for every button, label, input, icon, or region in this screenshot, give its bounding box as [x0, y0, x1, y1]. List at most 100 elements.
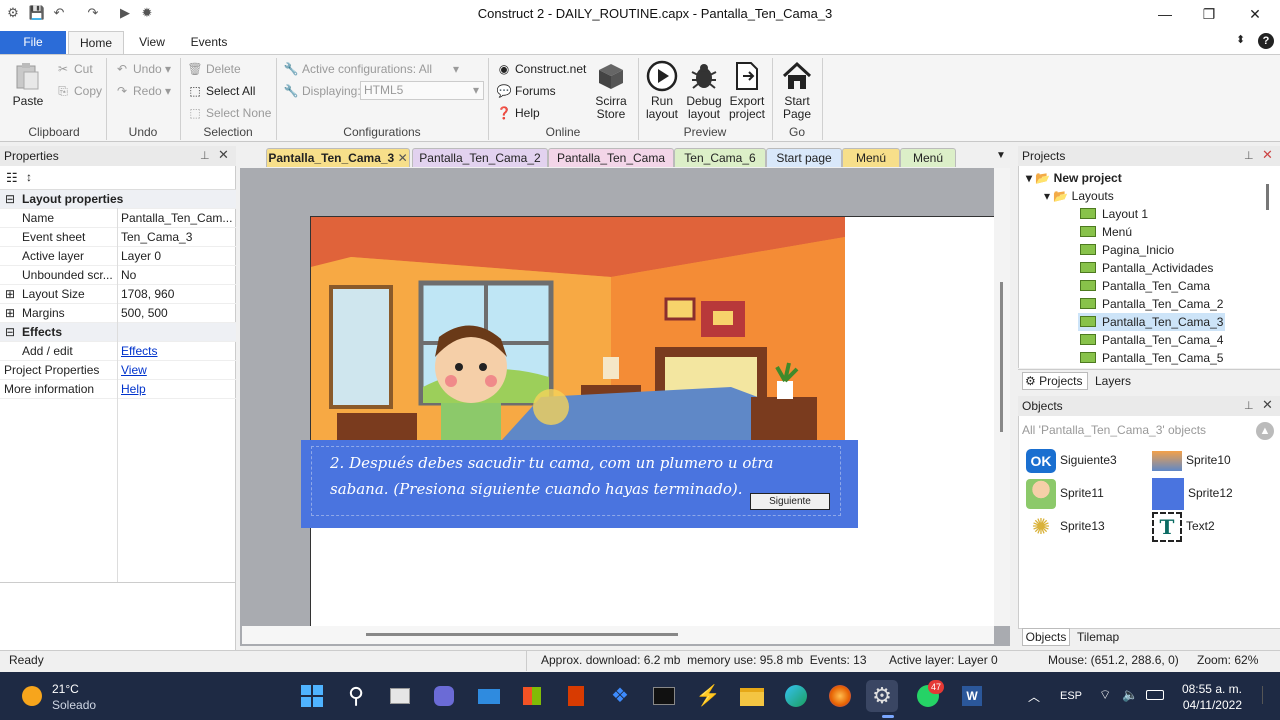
- tab-tilemap[interactable]: Tilemap: [1077, 629, 1119, 645]
- tab-layers[interactable]: Layers: [1095, 373, 1131, 389]
- siguiente-button[interactable]: Siguiente: [750, 493, 830, 510]
- export-project-button[interactable]: Export project: [726, 58, 768, 121]
- object-item[interactable]: Sprite10: [1152, 444, 1231, 476]
- close-panel-icon[interactable]: ✕: [218, 147, 229, 163]
- mail-icon[interactable]: [472, 680, 504, 712]
- tree-item[interactable]: Pantalla_Ten_Cama_2: [1080, 295, 1223, 313]
- doc-tab[interactable]: Pantalla_Ten_Cama_2: [412, 148, 548, 167]
- tab-list-dropdown-icon[interactable]: ▼: [996, 150, 1006, 161]
- active-config-dropdown[interactable]: 🔧 Active configurations: All ▾: [283, 60, 463, 78]
- object-item[interactable]: Sprite11: [1026, 477, 1104, 509]
- file-explorer-icon[interactable]: [736, 680, 768, 712]
- tree-item[interactable]: Pantalla_Ten_Cama: [1080, 277, 1210, 295]
- start-page-button[interactable]: Start Page: [776, 58, 818, 121]
- cut-button[interactable]: ✂ Cut: [55, 60, 93, 78]
- start-icon[interactable]: [296, 680, 328, 712]
- tab-view[interactable]: View: [130, 31, 174, 54]
- prop-row-active-layer[interactable]: Active layer Layer 0: [0, 247, 236, 266]
- up-arrow-icon[interactable]: ▲: [1256, 422, 1274, 440]
- prop-row-name[interactable]: Name Pantalla_Ten_Cam...: [0, 209, 236, 228]
- tree-item[interactable]: Pantalla_Ten_Cama_4: [1080, 331, 1223, 349]
- store-icon[interactable]: [516, 680, 548, 712]
- close-tab-icon[interactable]: ✕: [398, 151, 408, 165]
- tab-objects[interactable]: Objects: [1022, 628, 1070, 646]
- pin-icon[interactable]: ⊥: [200, 149, 210, 162]
- pin-icon[interactable]: ⊥: [1244, 149, 1254, 162]
- effects-link[interactable]: Effects: [121, 342, 157, 361]
- help-icon[interactable]: ?: [1258, 33, 1274, 49]
- search-icon[interactable]: ⚲: [340, 680, 372, 712]
- prop-row-unbounded[interactable]: Unbounded scr... No: [0, 266, 236, 285]
- show-desktop-icon[interactable]: [1262, 686, 1270, 704]
- select-all-button[interactable]: ⬚ Select All: [187, 82, 255, 100]
- close-panel-icon[interactable]: ✕: [1262, 397, 1273, 413]
- help-link[interactable]: Help: [121, 380, 146, 399]
- projects-scroll-thumb[interactable]: [1266, 184, 1269, 210]
- chevron-up-icon[interactable]: ︿: [1028, 688, 1040, 705]
- tree-item-selected[interactable]: Pantalla_Ten_Cama_3: [1078, 313, 1226, 331]
- battery-icon[interactable]: [1146, 690, 1164, 700]
- teams-chat-icon[interactable]: [428, 680, 460, 712]
- help-link[interactable]: ❓ Help: [496, 104, 540, 122]
- tree-root[interactable]: ▾ 📂 New project: [1026, 169, 1122, 187]
- minimize-icon[interactable]: —: [1142, 0, 1188, 28]
- paste-button[interactable]: Paste: [8, 58, 48, 108]
- horizontal-scroll-thumb[interactable]: [366, 633, 678, 636]
- construct-net-link[interactable]: ◉ Construct.net: [496, 60, 587, 78]
- tab-events[interactable]: Events: [182, 31, 236, 54]
- word-icon[interactable]: W: [956, 680, 988, 712]
- copy-button[interactable]: ⎘ Copy: [55, 82, 102, 100]
- weather-sun-icon[interactable]: [22, 686, 42, 706]
- volume-icon[interactable]: 🔈: [1122, 687, 1138, 703]
- dropbox-icon[interactable]: ❖: [604, 680, 636, 712]
- delete-button[interactable]: 🗑 Delete: [187, 60, 240, 78]
- alpha-sort-icon[interactable]: ↕: [26, 170, 32, 184]
- vscode-icon[interactable]: ⚡: [692, 680, 724, 712]
- tree-item[interactable]: Layout 1: [1080, 205, 1148, 223]
- categorized-sort-icon[interactable]: ☷: [6, 170, 18, 186]
- section-effects[interactable]: ⊟ Effects: [0, 323, 236, 342]
- maximize-icon[interactable]: ❐: [1186, 0, 1232, 28]
- clock-date[interactable]: 04/11/2022: [1178, 698, 1242, 712]
- prop-row-add-edit[interactable]: Add / edit Effects: [0, 342, 236, 361]
- tree-item[interactable]: Pantalla_Ten_Cama_5: [1080, 349, 1223, 367]
- doc-tab[interactable]: Menú: [900, 148, 956, 167]
- debug-layout-button[interactable]: Debug layout: [684, 58, 724, 121]
- prop-row-margins[interactable]: ⊞ Margins 500, 500: [0, 304, 236, 323]
- language-indicator[interactable]: ESP: [1060, 690, 1082, 702]
- office-icon[interactable]: [560, 680, 592, 712]
- doc-tab-active[interactable]: Pantalla_Ten_Cama_3 ✕: [266, 148, 410, 167]
- tree-item[interactable]: Pagina_Inicio: [1080, 241, 1174, 259]
- clock-time[interactable]: 08:55 a. m.: [1178, 682, 1242, 696]
- tree-folder-layouts[interactable]: ▾ 📂 Layouts: [1044, 187, 1114, 205]
- doc-tab[interactable]: Ten_Cama_6: [674, 148, 766, 167]
- tree-item[interactable]: Pantalla_Actividades: [1080, 259, 1213, 277]
- prop-row-more-info[interactable]: More information Help: [0, 380, 236, 399]
- forums-link[interactable]: 💬 Forums: [496, 82, 556, 100]
- section-layout-properties[interactable]: ⊟ Layout properties: [0, 190, 236, 209]
- edge-icon[interactable]: [780, 680, 812, 712]
- prop-row-event-sheet[interactable]: Event sheet Ten_Cama_3: [0, 228, 236, 247]
- view-link[interactable]: View: [121, 361, 147, 380]
- vertical-scroll-thumb[interactable]: [1000, 282, 1003, 432]
- run-layout-button[interactable]: Run layout: [642, 58, 682, 121]
- prop-row-layout-size[interactable]: ⊞ Layout Size 1708, 960: [0, 285, 236, 304]
- construct2-taskbar-icon[interactable]: ⚙: [866, 680, 898, 712]
- tab-file[interactable]: File: [0, 31, 66, 54]
- object-item[interactable]: T Text2: [1152, 510, 1215, 542]
- displaying-select[interactable]: HTML5 ▾: [360, 81, 484, 100]
- wifi-icon[interactable]: ⌔: [1099, 687, 1111, 703]
- instruction-text[interactable]: 2. Después debes sacudir tu cama, com un…: [330, 450, 774, 502]
- tab-projects[interactable]: ⚙ Projects: [1022, 372, 1088, 390]
- scirra-store-button[interactable]: Scirra Store: [590, 58, 632, 121]
- redo-button[interactable]: ↷ Redo ▾: [114, 82, 171, 100]
- bedroom-background-image[interactable]: [311, 217, 845, 441]
- weather-temp[interactable]: 21°C: [52, 682, 79, 696]
- select-none-button[interactable]: ⬚ Select None: [187, 104, 271, 122]
- close-icon[interactable]: ✕: [1232, 0, 1278, 28]
- object-item[interactable]: Sprite12: [1152, 477, 1233, 510]
- task-view-icon[interactable]: [384, 680, 416, 712]
- firefox-icon[interactable]: [824, 680, 856, 712]
- doc-tab[interactable]: Pantalla_Ten_Cama: [548, 148, 674, 167]
- tree-item[interactable]: Menú: [1080, 223, 1132, 241]
